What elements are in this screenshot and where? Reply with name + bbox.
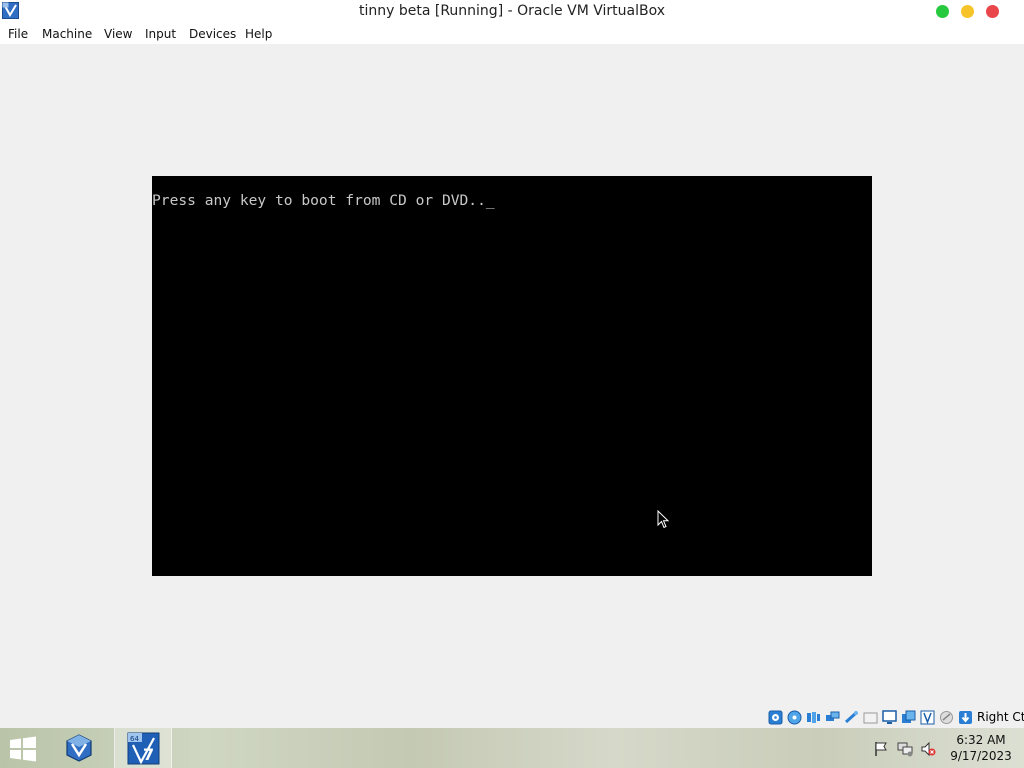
host-key-label[interactable]: Right Ctrl [977, 710, 1024, 724]
taskbar: 64 7 6:32 AM 9/17/2023 [0, 728, 1024, 768]
menu-devices[interactable]: Devices [189, 27, 236, 41]
svg-text:7: 7 [143, 745, 154, 764]
svg-text:64: 64 [130, 735, 139, 743]
boot-prompt-text: Press any key to boot from CD or DVD.._ [152, 192, 495, 209]
minimize-button[interactable] [961, 5, 974, 18]
virtualbox-manager-icon [66, 734, 92, 762]
title-bar[interactable]: tinny beta [Running] - Oracle VM Virtual… [0, 0, 1024, 23]
shared-folders-icon[interactable] [863, 710, 878, 725]
hard-disk-icon[interactable] [768, 710, 783, 725]
windows-start-icon[interactable] [8, 736, 38, 762]
vm-display[interactable]: Press any key to boot from CD or DVD.._ [152, 176, 872, 576]
mouse-integration-icon[interactable] [939, 710, 954, 725]
menu-file[interactable]: File [8, 27, 28, 41]
video-capture-icon[interactable] [901, 710, 916, 725]
mouse-pointer-icon [657, 510, 670, 529]
virtualbox-window: tinny beta [Running] - Oracle VM Virtual… [0, 0, 1024, 728]
usb-icon[interactable] [844, 710, 859, 725]
network-icon[interactable] [825, 710, 840, 725]
windows-7-x64-vm-icon: 64 7 [127, 732, 160, 765]
menu-view[interactable]: View [104, 27, 132, 41]
system-clock[interactable]: 6:32 AM 9/17/2023 [946, 732, 1016, 764]
taskbar-virtualbox-manager[interactable] [50, 728, 108, 768]
menu-bar: File Machine View Input Devices Help [0, 23, 1024, 44]
audio-icon[interactable] [806, 710, 821, 725]
clock-time: 6:32 AM [956, 733, 1006, 747]
display-icon[interactable] [882, 710, 897, 725]
close-button[interactable] [986, 5, 999, 18]
action-center-flag-icon[interactable] [873, 741, 889, 757]
taskbar-vm-window[interactable]: 64 7 [114, 728, 172, 768]
menu-help[interactable]: Help [245, 27, 272, 41]
menu-input[interactable]: Input [145, 27, 176, 41]
menu-machine[interactable]: Machine [42, 27, 92, 41]
network-icon[interactable] [897, 741, 913, 757]
vt-x-icon[interactable] [920, 710, 935, 725]
volume-muted-icon[interactable] [920, 741, 936, 757]
optical-drive-icon[interactable] [787, 710, 802, 725]
window-title: tinny beta [Running] - Oracle VM Virtual… [358, 3, 665, 19]
maximize-button[interactable] [936, 5, 949, 18]
clock-date: 9/17/2023 [950, 749, 1012, 763]
keyboard-capture-icon[interactable] [958, 710, 973, 725]
